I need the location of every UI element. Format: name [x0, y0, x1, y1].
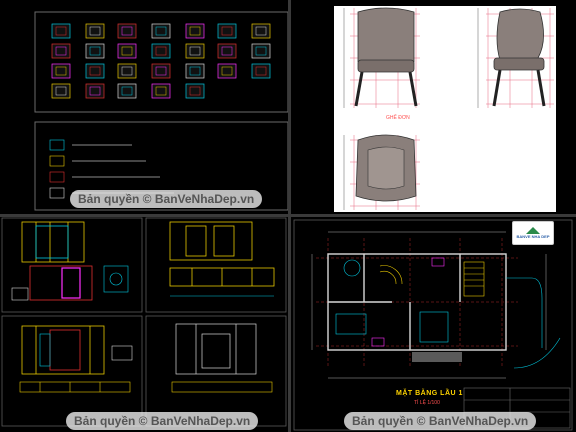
- legend-thumbnail: [49, 139, 65, 151]
- thumbnail-sheet-drawing: [34, 11, 288, 211]
- legend-thumbnail: [49, 187, 65, 199]
- interior-elevations-drawing: [1, 217, 287, 427]
- sheet-thumbnail: [185, 83, 205, 99]
- horizontal-divider: [0, 214, 576, 217]
- sheet-thumbnail: [117, 43, 137, 59]
- sheet-thumbnail: [185, 63, 205, 79]
- house-icon: [526, 227, 540, 234]
- chair-drawing: [334, 6, 556, 212]
- sheet-thumbnail: [117, 83, 137, 99]
- sheet-thumbnail: [85, 43, 105, 59]
- sheet-thumbnail: [85, 23, 105, 39]
- sheet-thumbnail: [51, 83, 71, 99]
- watermark-top: Bản quyền © BanVeNhaDep.vn: [70, 190, 263, 208]
- sheet-thumbnail: [51, 23, 71, 39]
- sheet-thumbnail: [51, 43, 71, 59]
- floor-plan-subtitle: TỈ LỆ 1/100: [414, 400, 440, 406]
- watermark-bottom-left: Bản quyền © BanVeNhaDep.vn: [66, 412, 259, 430]
- sheet-thumbnail: [251, 63, 271, 79]
- chair-elevation-panel: GHẾ ĐƠN: [298, 0, 576, 214]
- sheet-thumbnail: [117, 23, 137, 39]
- sheet-thumbnail: [151, 63, 171, 79]
- chair-caption: GHẾ ĐƠN: [386, 115, 410, 121]
- watermark-bottom-right: Bản quyền © BanVeNhaDep.vn: [344, 412, 537, 430]
- sheet-thumbnail: [151, 43, 171, 59]
- floor-plan-title: MẶT BẰNG LẦU 1: [396, 390, 463, 397]
- floor-plan-panel: BANVE NHA DEP MẶT BẰNG LẦU 1 TỈ LỆ 1/100: [292, 218, 576, 432]
- sheet-thumbnail: [185, 43, 205, 59]
- sheet-thumbnail: [217, 63, 237, 79]
- sheet-thumbnail: [251, 43, 271, 59]
- sheet-thumbnail: [85, 83, 105, 99]
- sheet-thumbnail: [51, 63, 71, 79]
- sheet-thumbnail: [217, 43, 237, 59]
- sheet-thumbnail: [151, 83, 171, 99]
- thumbnail-sheet-panel: [0, 0, 288, 214]
- sheet-thumbnail: [85, 63, 105, 79]
- sheet-thumbnail: [217, 23, 237, 39]
- interior-elevations-panel: [0, 216, 288, 432]
- sheet-thumbnail: [151, 23, 171, 39]
- banvenhadep-logo: BANVE NHA DEP: [512, 221, 554, 245]
- sheet-thumbnail: [251, 23, 271, 39]
- sheet-thumbnail: [185, 23, 205, 39]
- legend-thumbnail: [49, 155, 65, 167]
- legend-thumbnail: [49, 171, 65, 183]
- sheet-thumbnail: [117, 63, 137, 79]
